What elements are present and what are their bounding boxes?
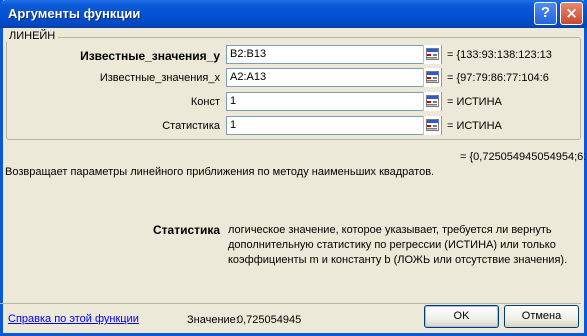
arg-label-known-x: Известные_значения_х [99,72,220,84]
help-button[interactable]: ? [534,2,557,25]
footer-divider [0,303,581,304]
arg-input-const[interactable]: 1 [226,92,442,111]
help-link[interactable]: Справка по этой функции [8,313,139,325]
arg-value-known-y: B2:B13 [230,48,267,60]
help-icon: ? [540,4,551,21]
value-text: 0,725054945 [237,314,302,326]
arg-label-known-y: Известные_значения_у [80,49,220,63]
collapse-dialog-button[interactable] [423,92,441,111]
arg-input-known-x[interactable]: A2:A13 [226,68,442,87]
value-label: Значение: [187,314,239,326]
function-name: ЛИНЕЙН [6,30,59,42]
param-help-name: Статистика [153,223,221,237]
arg-label-const: Конст [190,96,220,108]
arg-result-known-y: = {133:93:138:123:13 [447,49,552,61]
param-help-text: логическое значение, которое указывает, … [228,224,568,266]
arg-result-const: = ИСТИНА [447,96,502,108]
close-button[interactable]: × [560,2,583,25]
arg-result-known-x: = {97:79:86:77:104:6 [447,72,549,84]
collapse-dialog-button[interactable] [423,68,441,87]
function-description: Возвращает параметры линейного приближен… [5,166,435,178]
arg-input-stats[interactable]: 1 [226,116,442,135]
title-bar[interactable]: Аргументы функции ? × [0,0,587,28]
arg-label-stats: Статистика [162,120,220,132]
range-select-icon [426,119,439,131]
range-select-icon [426,48,439,60]
arg-result-stats: = ИСТИНА [447,120,502,132]
ok-button[interactable]: OK [424,305,499,328]
dialog-title: Аргументы функции [8,6,141,21]
arg-value-stats: 1 [230,119,237,131]
close-icon: × [565,4,578,22]
function-result: = {0,725054945054954;61 [460,151,585,163]
arg-input-known-y[interactable]: B2:B13 [226,45,442,64]
range-select-icon [426,95,439,107]
cancel-button[interactable]: Отмена [504,305,579,328]
collapse-dialog-button[interactable] [423,116,441,135]
collapse-dialog-button[interactable] [423,45,441,64]
arg-value-const: 1 [230,95,237,107]
range-select-icon [426,71,439,83]
arg-value-known-x: A2:A13 [230,71,267,83]
